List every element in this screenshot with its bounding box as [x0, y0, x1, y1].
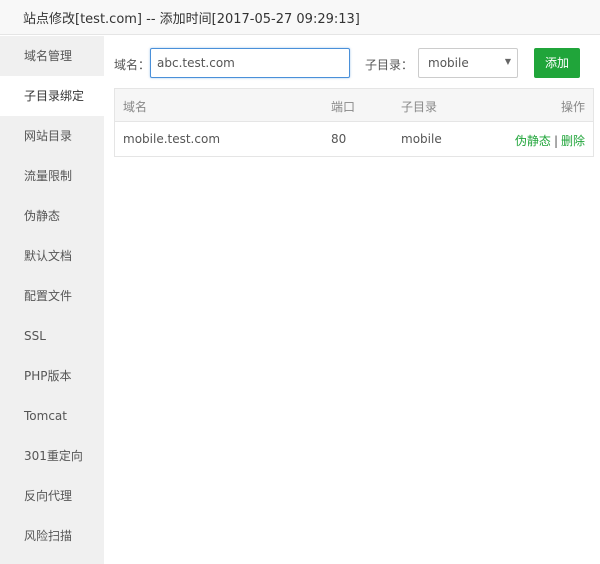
cell-ops: 伪静态 | 删除	[515, 132, 585, 149]
rewrite-link[interactable]: 伪静态	[515, 134, 551, 148]
sidebar-item-reverse-proxy[interactable]: 反向代理	[0, 476, 104, 516]
sidebar-item-site-directory[interactable]: 网站目录	[0, 116, 104, 156]
table-row: mobile.test.com 80 mobile 伪静态 | 删除	[115, 123, 593, 156]
dialog-title: 站点修改[test.com] -- 添加时间[2017-05-27 09:29:…	[23, 12, 360, 27]
domain-label: 域名：	[114, 58, 151, 72]
sidebar-item-tomcat[interactable]: Tomcat	[0, 396, 104, 436]
sidebar-item-redirect-301[interactable]: 301重定向	[0, 436, 104, 476]
sidebar-item-config-file[interactable]: 配置文件	[0, 276, 104, 316]
ops-separator: |	[553, 134, 558, 148]
add-button[interactable]: 添加	[534, 48, 580, 78]
sidebar-item-php-version[interactable]: PHP版本	[0, 356, 104, 396]
delete-link[interactable]: 删除	[561, 134, 585, 148]
cell-port: 80	[331, 132, 347, 146]
sidebar-item-risk-scan[interactable]: 风险扫描	[0, 516, 104, 556]
main-panel: 域名： 子目录： mobile ▼ 添加 域名 端口 子目录 操作 mobile…	[104, 36, 600, 564]
th-ops: 操作	[560, 100, 585, 114]
th-port: 端口	[331, 100, 356, 114]
sidebar-item-ssl[interactable]: SSL	[0, 316, 104, 356]
table-header: 域名 端口 子目录 操作	[115, 89, 593, 122]
chevron-down-icon: ▼	[504, 57, 511, 66]
cell-subdir: mobile	[401, 132, 442, 146]
th-subdir: 子目录	[401, 100, 438, 114]
sidebar: 域名管理 子目录绑定 网站目录 流量限制 伪静态 默认文档 配置文件 SSL P…	[0, 36, 104, 564]
sidebar-item-rewrite[interactable]: 伪静态	[0, 196, 104, 236]
cell-domain: mobile.test.com	[123, 132, 221, 146]
sidebar-item-default-doc[interactable]: 默认文档	[0, 236, 104, 276]
th-domain: 域名	[123, 100, 148, 114]
subdir-label: 子目录：	[365, 58, 414, 72]
sidebar-item-traffic-limit[interactable]: 流量限制	[0, 156, 104, 196]
subdir-select-value: mobile	[428, 56, 469, 70]
sidebar-item-domain-manage[interactable]: 域名管理	[0, 36, 104, 76]
dialog-titlebar: 站点修改[test.com] -- 添加时间[2017-05-27 09:29:…	[0, 0, 600, 35]
subdir-select[interactable]: mobile ▼	[418, 48, 518, 78]
subdir-binding-table: 域名 端口 子目录 操作 mobile.test.com 80 mobile 伪…	[114, 88, 594, 157]
sidebar-item-subdir-binding[interactable]: 子目录绑定	[0, 76, 104, 116]
domain-input[interactable]	[150, 48, 350, 78]
